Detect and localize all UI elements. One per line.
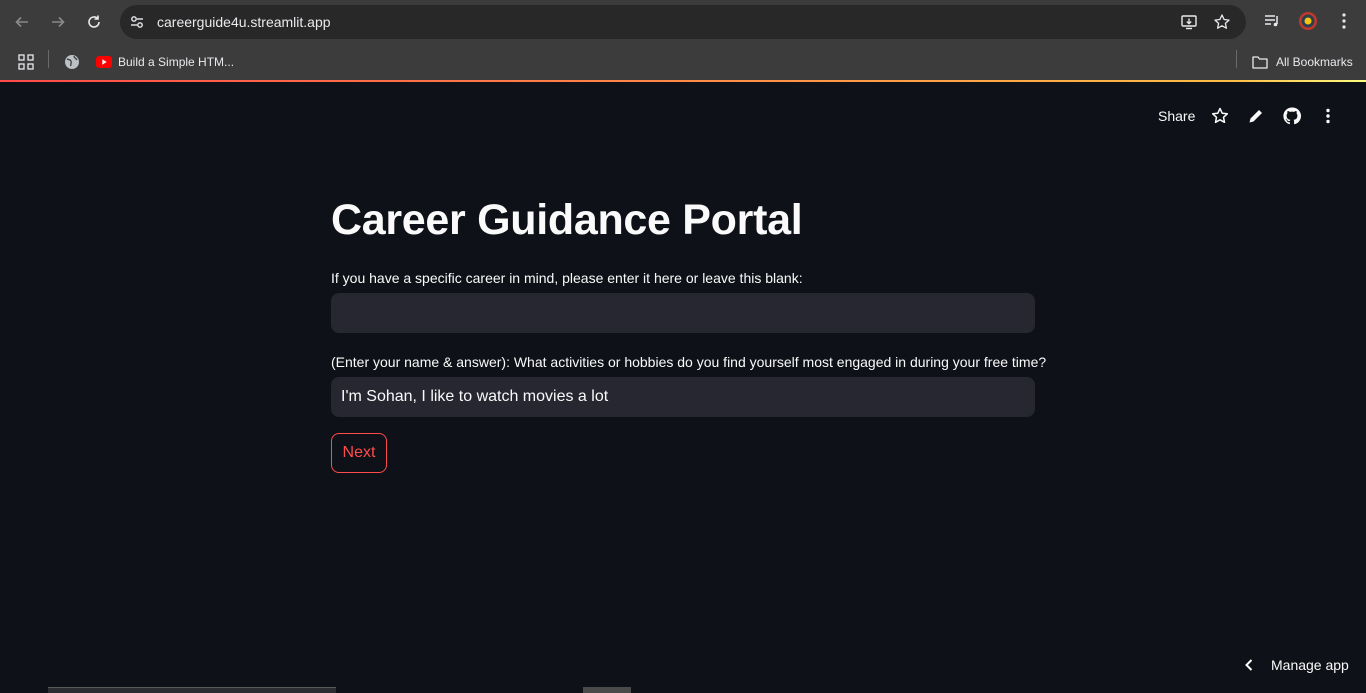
folder-icon <box>1252 56 1268 69</box>
globe-icon[interactable] <box>64 52 80 72</box>
profile-avatar[interactable] <box>1298 11 1318 31</box>
forward-icon[interactable] <box>46 10 70 34</box>
page-title: Career Guidance Portal <box>331 196 803 244</box>
github-icon[interactable] <box>1282 106 1302 126</box>
manage-app-button[interactable]: Manage app <box>1241 654 1349 676</box>
star-icon[interactable] <box>1213 13 1231 31</box>
install-app-icon[interactable] <box>1180 13 1198 31</box>
star-icon[interactable] <box>1210 106 1230 126</box>
manage-app-label: Manage app <box>1271 657 1349 673</box>
chevron-left-icon <box>1245 659 1253 671</box>
bookmarks-bar: Build a Simple HTM... All Bookmarks <box>0 44 1366 80</box>
next-button[interactable]: Next <box>331 433 387 473</box>
more-icon[interactable] <box>1318 106 1338 126</box>
address-bar[interactable]: careerguide4u.streamlit.app <box>120 5 1246 39</box>
hobbies-input[interactable] <box>331 377 1035 417</box>
horizontal-scrollbar-thumb[interactable] <box>583 687 631 693</box>
url-text[interactable]: careerguide4u.streamlit.app <box>157 14 331 30</box>
menu-icon[interactable] <box>1334 11 1354 31</box>
site-settings-icon[interactable] <box>128 13 146 31</box>
bookmark-divider <box>48 50 49 68</box>
horizontal-scrollbar-track <box>48 687 336 693</box>
all-bookmarks-label: All Bookmarks <box>1276 55 1353 69</box>
all-bookmarks[interactable]: All Bookmarks <box>1252 52 1353 72</box>
share-button[interactable]: Share <box>1158 108 1195 124</box>
hobbies-field-label: (Enter your name & answer): What activit… <box>331 354 1047 370</box>
browser-toolbar: careerguide4u.streamlit.app <box>0 0 1366 44</box>
edit-icon[interactable] <box>1246 106 1266 126</box>
streamlit-header-decoration <box>0 80 1366 82</box>
career-field-label: If you have a specific career in mind, p… <box>331 270 803 286</box>
youtube-icon <box>96 56 112 68</box>
reload-icon[interactable] <box>82 10 106 34</box>
bookmark-item[interactable]: Build a Simple HTM... <box>96 52 234 72</box>
apps-icon[interactable] <box>18 52 34 72</box>
back-icon[interactable] <box>10 10 34 34</box>
bookmark-divider <box>1236 50 1237 68</box>
bookmark-label: Build a Simple HTM... <box>118 55 235 69</box>
career-input[interactable] <box>331 293 1035 333</box>
media-icon[interactable] <box>1262 11 1282 31</box>
